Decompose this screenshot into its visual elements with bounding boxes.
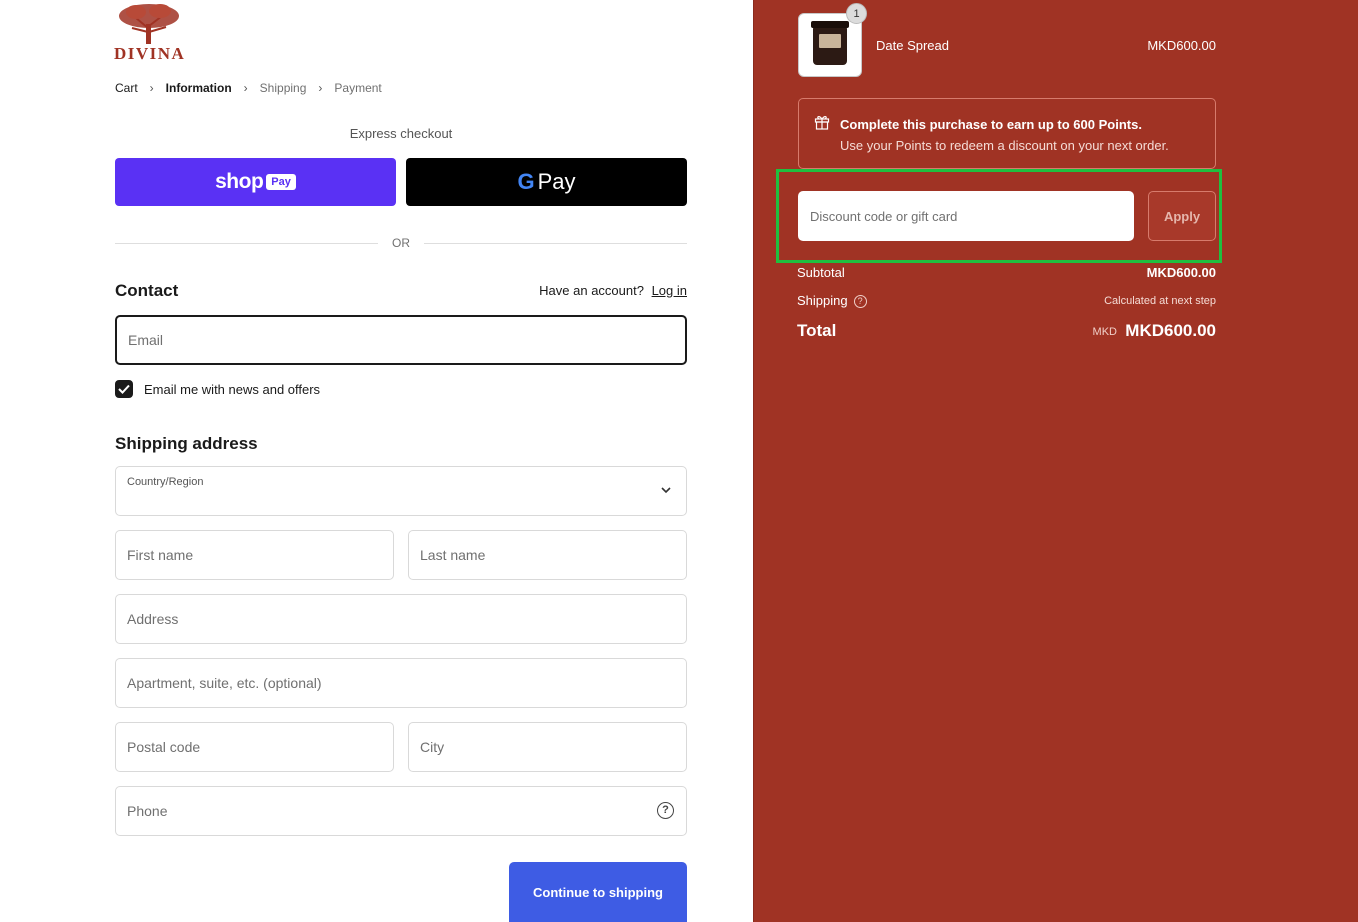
- product-name: Date Spread: [876, 38, 949, 53]
- product-price: MKD600.00: [1147, 38, 1216, 53]
- apply-discount-button[interactable]: Apply: [1148, 191, 1216, 241]
- gift-icon: [814, 116, 830, 130]
- newsletter-option[interactable]: Email me with news and offers: [115, 380, 320, 398]
- jar-label: [819, 34, 841, 48]
- discount-code-input[interactable]: [798, 191, 1134, 241]
- email-input[interactable]: [117, 317, 685, 363]
- newsletter-label: Email me with news and offers: [144, 381, 321, 397]
- have-account-label: Have an account?: [539, 283, 644, 298]
- subtotal-value: MKD600.00: [1146, 265, 1216, 280]
- discount-code-field[interactable]: [798, 191, 1134, 241]
- shipping-value: Calculated at next step: [1104, 295, 1216, 307]
- points-title: Complete this purchase to earn up to 600…: [840, 117, 1142, 132]
- help-icon[interactable]: ?: [657, 802, 674, 819]
- total-currency: MKD: [1092, 326, 1117, 338]
- tree-logo-icon: [119, 4, 179, 44]
- chevron-right-icon: ›: [149, 81, 154, 95]
- breadcrumb-cart[interactable]: Cart: [115, 81, 138, 95]
- have-account-text: Have an account? Log in: [539, 283, 687, 298]
- divider-line: [115, 242, 378, 244]
- continue-to-shipping-button[interactable]: Continue to shipping: [509, 862, 687, 922]
- newsletter-checkbox[interactable]: [115, 380, 133, 398]
- total-label: Total: [797, 321, 837, 340]
- checkmark-icon: [118, 384, 130, 394]
- country-label: Country/Region: [127, 476, 204, 488]
- shop-pay-wordmark: shop: [215, 170, 264, 193]
- breadcrumb-information: Information: [165, 81, 232, 95]
- checkout-main-panel: DIVINA Cart › Information › Shipping › P…: [0, 0, 753, 922]
- or-divider: OR: [115, 234, 687, 252]
- city-input[interactable]: [409, 723, 686, 771]
- shipping-row-label: Shipping?: [797, 293, 867, 309]
- login-link[interactable]: Log in: [652, 283, 687, 298]
- phone-field[interactable]: ?: [115, 786, 687, 836]
- jar-image: [811, 21, 849, 65]
- points-subtitle: Use your Points to redeem a discount on …: [840, 138, 1169, 153]
- last-name-field[interactable]: [408, 530, 687, 580]
- google-g-icon: G: [517, 169, 535, 194]
- divider-line: [424, 242, 687, 244]
- postal-code-field[interactable]: [115, 722, 394, 772]
- shipping-label: Shipping: [797, 293, 848, 308]
- postal-code-input[interactable]: [116, 723, 393, 771]
- express-checkout-label: Express checkout: [349, 126, 453, 141]
- phone-input[interactable]: [116, 787, 686, 835]
- apartment-field[interactable]: [115, 658, 687, 708]
- email-field[interactable]: [115, 315, 687, 365]
- first-name-input[interactable]: [116, 531, 393, 579]
- first-name-field[interactable]: [115, 530, 394, 580]
- shop-pay-button[interactable]: shop Pay: [115, 158, 396, 206]
- city-field[interactable]: [408, 722, 687, 772]
- address-input[interactable]: [116, 595, 686, 643]
- total-value: MKD600.00: [1125, 321, 1216, 340]
- breadcrumb-payment: Payment: [334, 81, 382, 95]
- or-text: OR: [392, 236, 410, 250]
- breadcrumb: Cart › Information › Shipping › Payment: [115, 81, 382, 95]
- chevron-right-icon: ›: [243, 81, 248, 95]
- quantity-badge: 1: [846, 3, 867, 24]
- points-banner: Complete this purchase to earn up to 600…: [798, 98, 1216, 169]
- apartment-input[interactable]: [116, 659, 686, 707]
- address-field[interactable]: [115, 594, 687, 644]
- google-pay-button[interactable]: G Pay: [406, 158, 687, 206]
- chevron-down-icon: [661, 487, 671, 494]
- google-pay-wordmark: Pay: [537, 169, 576, 194]
- country-select[interactable]: Country/Region: [115, 466, 687, 516]
- logo-wordmark: DIVINA: [114, 44, 186, 63]
- subtotal-label: Subtotal: [797, 265, 845, 280]
- contact-heading: Contact: [115, 281, 179, 300]
- shop-pay-badge: Pay: [266, 174, 296, 190]
- help-icon[interactable]: ?: [853, 295, 867, 309]
- breadcrumb-shipping: Shipping: [259, 81, 307, 95]
- chevron-right-icon: ›: [318, 81, 323, 95]
- shipping-address-heading: Shipping address: [115, 434, 258, 453]
- last-name-input[interactable]: [409, 531, 686, 579]
